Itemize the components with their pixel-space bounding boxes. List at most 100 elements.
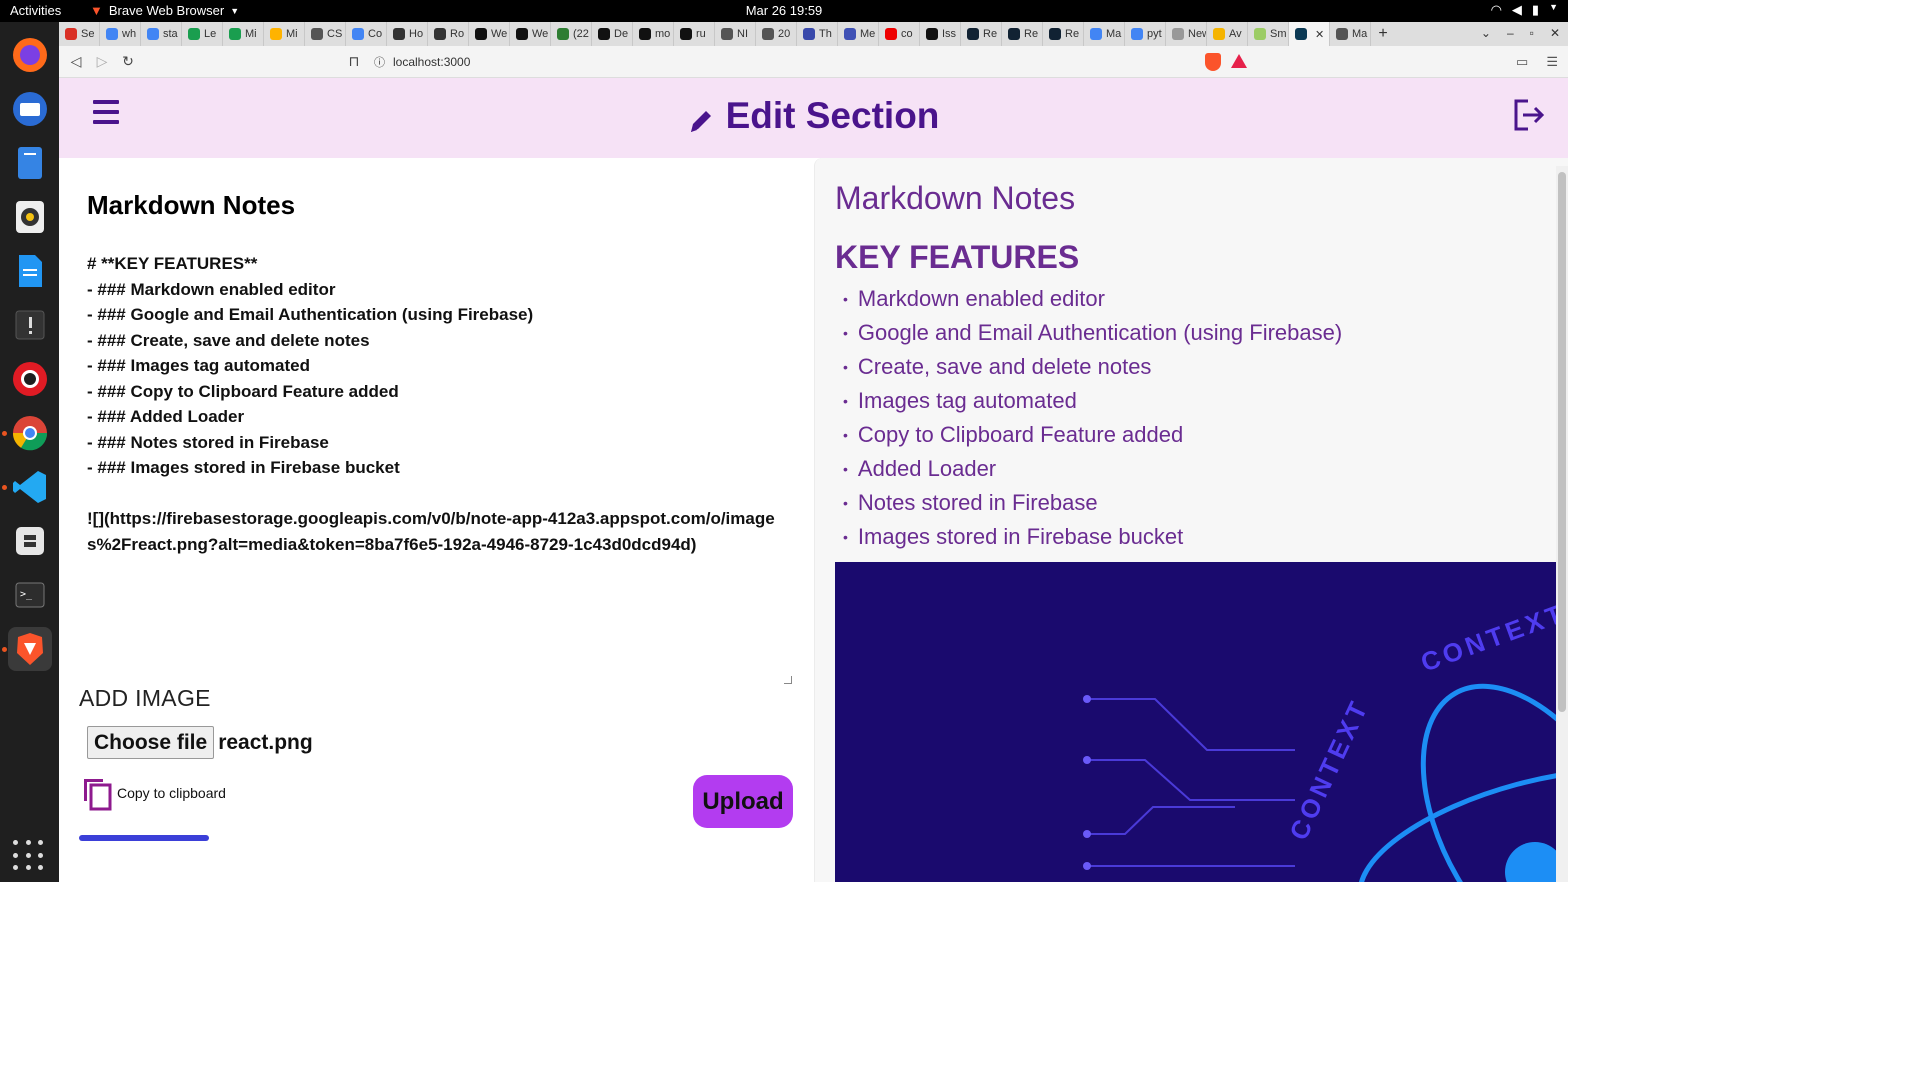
preview-list-item: Images stored in Firebase bucket: [843, 520, 1342, 554]
vscode-icon[interactable]: [1, 465, 52, 509]
firefox-icon[interactable]: [8, 33, 52, 77]
tab-label: New T: [1188, 28, 1206, 40]
browser-tab[interactable]: Re: [1002, 22, 1043, 46]
browser-tab[interactable]: Le: [182, 22, 223, 46]
browser-tab[interactable]: (22: [551, 22, 592, 46]
browser-tab[interactable]: Av: [1207, 22, 1248, 46]
upload-progress-fill: [79, 835, 209, 841]
app-header: Edit Section: [59, 78, 1568, 158]
rhythmbox-icon[interactable]: [8, 195, 52, 239]
tab-favicon-icon: [1049, 28, 1061, 40]
browser-tab[interactable]: De: [592, 22, 633, 46]
tab-label: pyt: [1147, 28, 1162, 40]
new-tab-icon[interactable]: +: [1371, 25, 1395, 43]
note-title: Markdown Notes: [87, 190, 296, 220]
tab-favicon-icon: [680, 28, 692, 40]
terminal-icon[interactable]: >_: [8, 573, 52, 617]
browser-tab[interactable]: Ma: [1330, 22, 1371, 46]
files-icon[interactable]: [8, 141, 52, 185]
browser-tab[interactable]: Mi: [223, 22, 264, 46]
browser-tab[interactable]: wh: [100, 22, 141, 46]
brave-rewards-icon[interactable]: [1231, 54, 1247, 68]
browser-tab[interactable]: pyt: [1125, 22, 1166, 46]
chevron-down-icon[interactable]: ⌄: [1481, 26, 1491, 40]
tab-label: Th: [819, 28, 832, 40]
url-text: localhost:3000: [393, 55, 471, 69]
browser-tab[interactable]: mo: [633, 22, 674, 46]
choose-file-button[interactable]: Choose file: [87, 726, 215, 759]
reload-icon[interactable]: ↻: [115, 53, 141, 70]
tab-favicon-icon: [1172, 28, 1184, 40]
browser-tab[interactable]: Co: [346, 22, 387, 46]
resize-handle-icon[interactable]: [784, 676, 792, 684]
software-icon[interactable]: [8, 519, 52, 563]
address-bar[interactable]: ⓘ localhost:3000: [374, 50, 1254, 74]
tab-label: Sm: [1270, 28, 1287, 40]
tab-favicon-icon: [1090, 28, 1102, 40]
back-icon[interactable]: ◁: [63, 53, 89, 70]
site-info-icon[interactable]: ⓘ: [374, 54, 385, 70]
wifi-icon: ◠: [1490, 2, 1502, 17]
page-title: Edit Section: [59, 95, 1568, 137]
copy-to-clipboard[interactable]: Copy to clipboard: [81, 775, 226, 811]
browser-tab[interactable]: Th: [797, 22, 838, 46]
browser-tab[interactable]: Ho: [387, 22, 428, 46]
system-tray[interactable]: ◠ ◀ ▮ ▼: [1491, 2, 1558, 18]
browser-tab[interactable]: Ma: [1084, 22, 1125, 46]
forward-icon[interactable]: ▷: [89, 53, 115, 70]
browser-tab[interactable]: We: [510, 22, 551, 46]
browser-tab[interactable]: ✕: [1289, 22, 1330, 46]
terminal-dark-icon[interactable]: [8, 303, 52, 347]
show-applications-icon[interactable]: [13, 840, 45, 872]
tab-favicon-icon: [557, 28, 569, 40]
preview-scrollbar[interactable]: [1556, 166, 1568, 882]
tab-label: Se: [81, 28, 95, 40]
brave-icon[interactable]: [1, 627, 52, 671]
tab-strip: Se wh sta Le Mi Mi CS Co Ho Ro We We (22 De mo ru NI 20 Th…: [59, 22, 1568, 46]
writer-icon[interactable]: [8, 249, 52, 293]
maximize-icon[interactable]: ▫: [1530, 26, 1534, 40]
markdown-textarea[interactable]: Markdown Notes # **KEY FEATURES** - ### …: [79, 166, 794, 686]
browser-tab[interactable]: We: [469, 22, 510, 46]
browser-tab[interactable]: sta: [141, 22, 182, 46]
tab-label: We: [532, 28, 549, 40]
browser-tab[interactable]: Ro: [428, 22, 469, 46]
thunderbird-icon[interactable]: [8, 87, 52, 131]
browser-tab[interactable]: Iss: [920, 22, 961, 46]
brave-shields-icon[interactable]: [1205, 53, 1221, 71]
browser-tab[interactable]: Me: [838, 22, 879, 46]
help-icon[interactable]: [8, 357, 52, 401]
tab-favicon-icon: [1295, 28, 1307, 40]
tab-favicon-icon: [844, 28, 856, 40]
clock[interactable]: Mar 26 19:59: [0, 3, 1568, 18]
tab-favicon-icon: [1008, 28, 1020, 40]
menu-icon[interactable]: ☰: [1546, 54, 1558, 70]
chrome-icon[interactable]: [1, 411, 52, 455]
browser-tab[interactable]: co: [879, 22, 920, 46]
browser-tab[interactable]: ru: [674, 22, 715, 46]
tab-favicon-icon: [188, 28, 200, 40]
browser-tab[interactable]: Sm: [1248, 22, 1289, 46]
markdown-content: # **KEY FEATURES** - ### Markdown enable…: [87, 254, 775, 554]
copy-icon[interactable]: [81, 775, 113, 811]
copy-label: Copy to clipboard: [117, 785, 226, 801]
browser-tab[interactable]: Re: [1043, 22, 1084, 46]
browser-tab[interactable]: 20: [756, 22, 797, 46]
close-icon[interactable]: ✕: [1550, 26, 1560, 40]
tab-favicon-icon: [434, 28, 446, 40]
browser-tab[interactable]: New T: [1166, 22, 1207, 46]
upload-progress-bar: [79, 835, 209, 841]
upload-button[interactable]: Upload: [693, 775, 793, 828]
preview-image: CONTEXT · CONTEXT CONTEXT: [835, 562, 1557, 882]
browser-tab[interactable]: CS: [305, 22, 346, 46]
logout-icon[interactable]: [1512, 98, 1546, 132]
browser-tab[interactable]: Se: [59, 22, 100, 46]
wallet-icon[interactable]: ▭: [1516, 54, 1528, 70]
minimize-icon[interactable]: –: [1507, 26, 1514, 40]
bookmark-icon[interactable]: ⊓: [341, 53, 367, 70]
scrollbar-thumb[interactable]: [1558, 172, 1566, 712]
browser-tab[interactable]: Mi: [264, 22, 305, 46]
close-tab-icon[interactable]: ✕: [1315, 28, 1324, 41]
browser-tab[interactable]: NI: [715, 22, 756, 46]
browser-tab[interactable]: Re: [961, 22, 1002, 46]
